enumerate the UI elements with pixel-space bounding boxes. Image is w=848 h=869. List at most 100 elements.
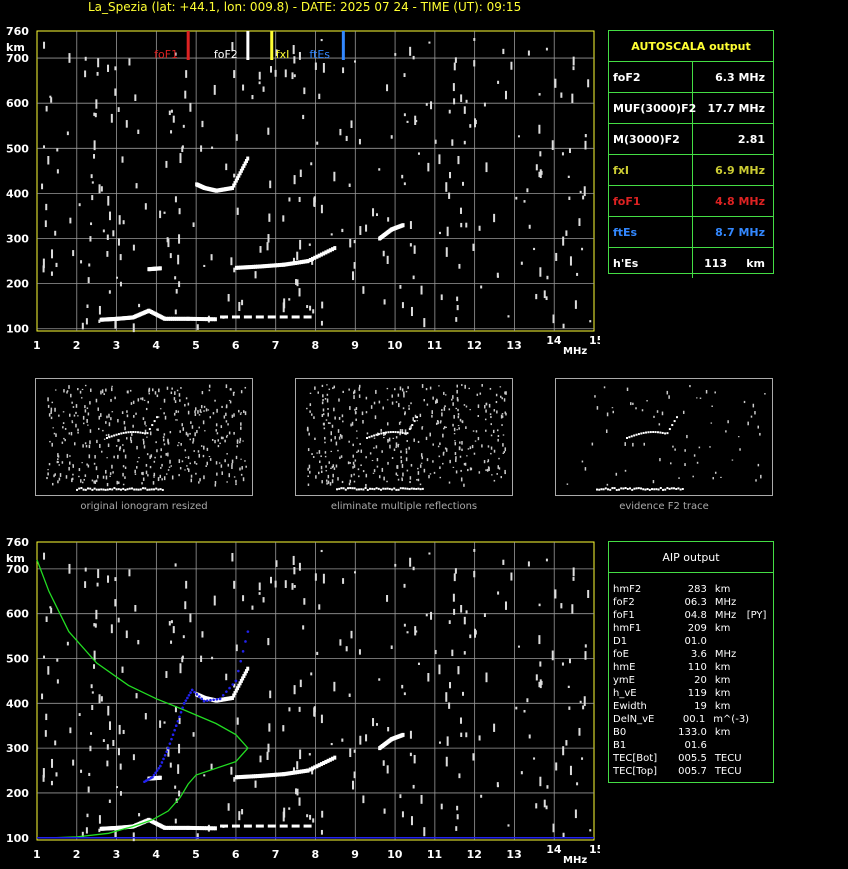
- noise-dot: [172, 626, 175, 634]
- thumb-dot: [196, 430, 198, 434]
- thumb-trace: [155, 487, 158, 490]
- x-tick-label: 4: [152, 848, 160, 861]
- thumb-dot: [711, 405, 713, 407]
- autoscala-value: 2.81: [737, 132, 765, 146]
- noise-dot: [174, 196, 177, 203]
- noise-dot: [235, 134, 238, 141]
- thumb-dot: [152, 481, 155, 485]
- noise-dot: [493, 213, 496, 223]
- thumb-dot: [199, 478, 201, 482]
- thumb-dot: [493, 479, 496, 482]
- noise-dot: [298, 706, 301, 712]
- thumb-trace: [600, 488, 603, 491]
- thumb-dot: [312, 456, 315, 458]
- thumb-dot: [416, 420, 419, 422]
- thumb-dot: [365, 396, 368, 400]
- thumb-dot: [88, 444, 91, 449]
- aip-row: D1 01.0: [609, 635, 773, 648]
- thumb-dot: [397, 478, 400, 481]
- thumb-dot: [712, 477, 714, 480]
- noise-dot: [412, 55, 415, 60]
- thumb-dot: [82, 415, 85, 420]
- marker-label: foF1: [154, 48, 178, 61]
- noise-dot: [303, 598, 306, 605]
- thumb-dot: [187, 467, 189, 470]
- thumb-dot: [63, 437, 65, 440]
- noise-dot: [438, 664, 441, 675]
- noise-dot: [310, 672, 313, 676]
- noise-dot: [211, 656, 214, 660]
- aip-cell: TEC[Top]: [613, 766, 658, 777]
- y-tick-label: 600: [6, 608, 29, 621]
- thumb-dot: [423, 399, 425, 402]
- noise-dot: [47, 666, 50, 675]
- thumb-dot: [125, 437, 128, 440]
- noise-dot: [517, 135, 520, 138]
- noise-dot: [574, 300, 577, 309]
- thumb-dot: [72, 406, 75, 408]
- thumb-dot: [156, 394, 159, 398]
- thumb-dot: [328, 388, 331, 391]
- thumb-dot: [337, 429, 340, 433]
- thumb-dot: [311, 413, 313, 416]
- noise-dot: [159, 210, 162, 219]
- x-tick-label: 10: [387, 339, 403, 352]
- thumb-dot: [477, 436, 480, 441]
- noise-dot: [445, 182, 448, 192]
- thumb-dot: [452, 402, 454, 406]
- thumb-dot: [350, 423, 352, 427]
- noise-dot: [456, 296, 459, 302]
- thumb-trace: [602, 488, 605, 491]
- thumb-dot: [134, 473, 137, 475]
- noise-dot: [117, 617, 120, 623]
- thumb-trace: [84, 488, 87, 491]
- thumb-dot: [395, 472, 398, 476]
- thumb-trace: [98, 488, 100, 491]
- y-tick-label: 200: [6, 278, 29, 291]
- thumb-dot: [456, 389, 458, 394]
- thumb-trace: [666, 487, 669, 490]
- noise-dot: [165, 671, 168, 678]
- thumb-trace: [141, 431, 144, 434]
- noise-dot: [233, 173, 236, 178]
- thumb-dot: [62, 411, 65, 413]
- model-trace-point: [159, 764, 162, 768]
- thumb-dot: [474, 440, 477, 442]
- model-trace-point: [182, 702, 186, 705]
- thumb-dot: [374, 415, 377, 420]
- thumb-dot: [62, 426, 64, 429]
- thumb-dot: [324, 436, 326, 440]
- thumb-dot: [452, 395, 454, 399]
- noise-dot: [313, 706, 316, 713]
- noise-dot: [97, 569, 100, 579]
- thumb-dot: [192, 437, 195, 442]
- thumb-dot: [54, 389, 57, 391]
- thumb-trace: [380, 432, 383, 435]
- model-trace-point: [212, 698, 215, 702]
- thumb-trace: [144, 432, 147, 435]
- thumb-dot: [84, 409, 87, 413]
- thumb-dot: [335, 441, 338, 446]
- thumb-dot: [160, 455, 162, 458]
- thumb-dot: [455, 456, 457, 460]
- noise-dot: [568, 196, 571, 200]
- thumb-dot: [454, 452, 457, 456]
- thumb-trace: [615, 488, 618, 491]
- thumb-dot: [226, 453, 228, 455]
- noise-dot: [314, 573, 317, 581]
- noise-dot: [44, 730, 47, 737]
- thumb-dot: [190, 478, 193, 483]
- thumb-dot: [194, 407, 197, 411]
- thumb-trace: [633, 434, 636, 437]
- noise-dot: [423, 827, 426, 837]
- noise-dot: [282, 725, 285, 732]
- thumb-dot: [387, 461, 389, 465]
- noise-dot: [574, 809, 577, 819]
- model-trace-point: [195, 693, 199, 696]
- thumb-dot: [443, 405, 446, 407]
- noise-dot: [268, 723, 271, 732]
- aip-cell: B1: [613, 740, 627, 751]
- noise-dot: [538, 635, 541, 645]
- noise-dot: [225, 163, 228, 171]
- noise-dot: [320, 38, 323, 42]
